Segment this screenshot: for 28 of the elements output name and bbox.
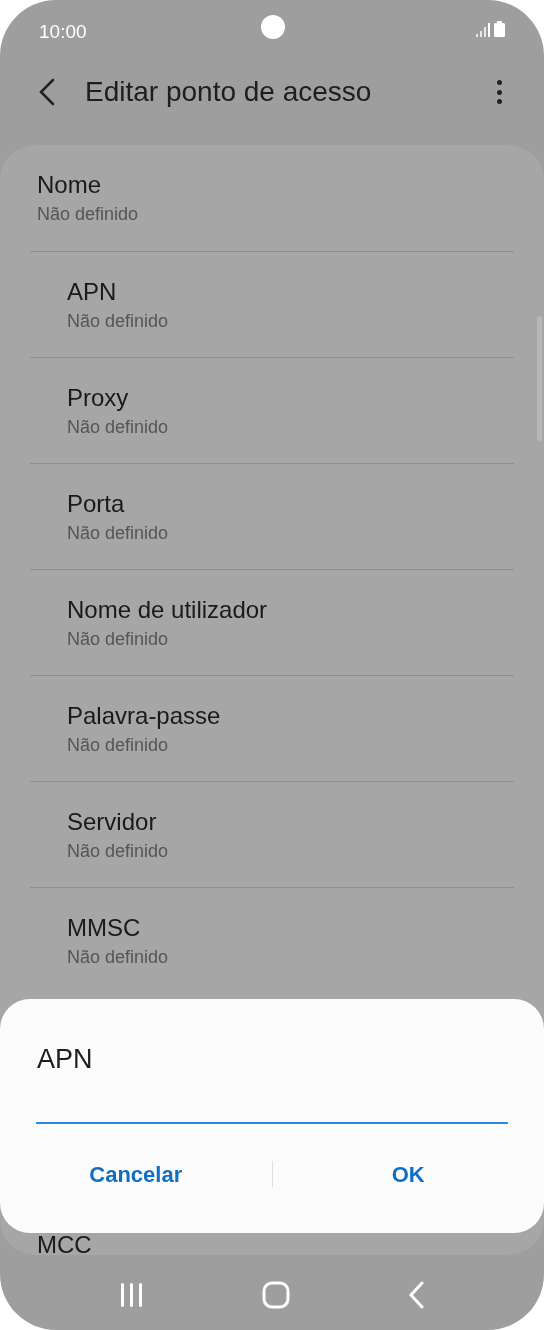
setting-value: Não definido bbox=[37, 203, 140, 226]
setting-label[interactable]: Nome bbox=[37, 170, 507, 200]
setting-value: Não definido bbox=[67, 415, 170, 439]
camera-hole-icon bbox=[261, 15, 285, 39]
setting-label[interactable]: Nome de utilizador bbox=[67, 594, 477, 625]
setting-label[interactable]: Servidor bbox=[67, 806, 477, 837]
setting-value: Não definido bbox=[67, 839, 170, 863]
setting-label[interactable]: Palavra-passe bbox=[67, 700, 477, 731]
setting-value: Não definido bbox=[67, 627, 170, 651]
setting-value: Não definido bbox=[67, 945, 170, 969]
setting-label[interactable]: APN bbox=[67, 276, 477, 307]
battery-icon bbox=[494, 21, 505, 37]
page-title: Editar ponto de acesso bbox=[85, 75, 372, 109]
setting-label[interactable]: Proxy bbox=[67, 382, 477, 413]
signal-icon bbox=[476, 23, 490, 37]
recent-apps-icon[interactable] bbox=[118, 1282, 145, 1308]
ok-button[interactable]: OK bbox=[272, 1151, 544, 1197]
setting-label[interactable]: MMSC bbox=[67, 912, 477, 943]
setting-value: Não definido bbox=[67, 733, 170, 757]
setting-value: Não definido bbox=[67, 309, 170, 333]
setting-label[interactable]: Porta bbox=[67, 488, 477, 519]
setting-label: MCC bbox=[37, 1231, 92, 1255]
status-time: 10:00 bbox=[39, 20, 87, 44]
cancel-button[interactable]: Cancelar bbox=[0, 1151, 272, 1197]
back-icon[interactable] bbox=[407, 1281, 426, 1309]
dialog-title: APN bbox=[37, 1044, 93, 1074]
home-icon[interactable] bbox=[262, 1281, 290, 1309]
setting-value: Não definido bbox=[67, 521, 170, 545]
